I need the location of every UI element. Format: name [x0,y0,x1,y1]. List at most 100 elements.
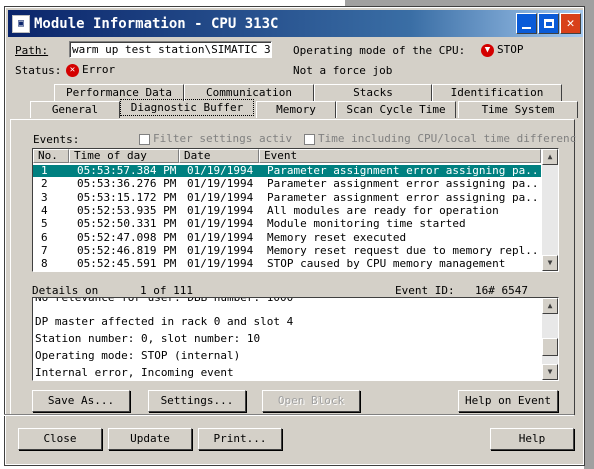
details-scroll-down-icon[interactable]: ▼ [542,364,558,380]
filter-settings-checkbox[interactable]: Filter settings activ [139,132,292,145]
error-icon: ✕ [66,63,79,77]
table-row[interactable]: 4 05:52:53.935 PM 01/19/1994 All modules ar… [33,205,541,217]
details-scroll-up-icon[interactable]: ▲ [542,298,558,314]
cell-event: STOP caused by CPU memory management [267,258,506,271]
close-window-button[interactable]: ✕ [560,13,581,34]
table-row[interactable]: 7 05:52:46.819 PM 01/19/1994 Memory reset r… [33,245,541,257]
opmode-label: Operating mode of the CPU: [293,44,466,57]
filter-settings-label: Filter settings activ [153,132,293,145]
table-row[interactable]: 2 05:53:36.276 PM 01/19/1994 Parameter assi… [33,178,541,190]
minimize-button[interactable] [516,13,537,34]
tab-time-system[interactable]: Time System [458,101,578,118]
save-as-button[interactable]: Save As... [32,390,130,412]
cell-time: 05:52:53.935 PM [77,204,177,217]
tab-stacks[interactable]: Stacks [314,84,432,101]
footer-separator [4,414,574,416]
update-button[interactable]: Update [108,428,192,450]
tab-diagnostic-buffer[interactable]: Diagnostic Buffer [120,99,254,116]
cell-time: 05:52:47.098 PM [77,231,177,244]
details-scroll-thumb[interactable] [542,338,558,356]
cell-time: 05:53:15.172 PM [77,191,177,204]
tab-identification[interactable]: Identification [432,84,562,101]
background-strip [345,0,594,7]
cell-event: Parameter assignment error assigning pa.… [267,191,541,204]
event-details-box[interactable]: No relevance for user: DBB number: 1000 … [32,297,559,381]
time-including-checkbox[interactable]: Time including CPU/local time differenc [304,132,576,145]
scroll-up-icon[interactable]: ▲ [542,149,558,165]
column-header-event[interactable]: Event [259,149,541,163]
details-line-2: Station number: 0, slot number: 10 [35,332,261,345]
scroll-down-icon[interactable]: ▼ [542,255,558,271]
details-label-text: Details on [32,284,99,297]
status-value: Error [82,63,116,76]
cell-date: 01/19/1994 [187,231,254,244]
close-icon: ✕ [566,16,575,31]
cell-event: All modules are ready for operation [267,204,499,217]
table-row[interactable]: 3 05:53:15.172 PM 01/19/1994 Parameter assi… [33,192,541,204]
cell-event: Parameter assignment error assigning pa.… [267,178,541,191]
event-list-scrollbar[interactable]: ▲ ▼ [542,149,558,271]
cell-event: Memory reset executed [267,231,407,244]
cell-event: Parameter assignment error assigning pa.… [267,165,541,177]
cell-date: 01/19/1994 [187,218,254,231]
event-id-label: Event ID: [395,284,455,297]
force-job-text: Not a force job [293,64,393,77]
events-label: Events: [33,133,80,146]
cell-date: 01/19/1994 [187,178,254,191]
title-bar[interactable]: ▣ Module Information - CPU 313C ✕ [8,10,583,37]
print-button[interactable]: Print... [198,428,282,450]
background-strip-right [584,0,594,469]
maximize-icon [543,19,554,28]
cell-date: 01/19/1994 [187,204,254,217]
table-row[interactable]: 5 05:52:50.331 PM 01/19/1994 Module monitor… [33,218,541,230]
status-indicator: ✕ Error [66,63,115,77]
table-row[interactable]: 1 05:53:57.384 PM 01/19/1994 Parameter assi… [33,165,541,177]
table-row[interactable]: 6 05:52:47.098 PM 01/19/1994 Memory reset e… [33,232,541,244]
table-row[interactable]: 8 05:52:45.591 PM 01/19/1994 STOP caused by… [33,258,541,270]
cell-no: 8 [41,258,48,271]
opmode-value: STOP [497,43,524,56]
cell-no: 7 [41,244,48,257]
settings-button[interactable]: Settings... [148,390,246,412]
event-id-value: 16# 6547 [475,284,528,297]
cell-no: 6 [41,231,48,244]
path-field[interactable]: warm up test station\SIMATIC 300 [69,41,272,58]
column-header-no[interactable]: No. [33,149,69,163]
cell-time: 05:52:46.819 PM [77,244,177,257]
open-block-button[interactable]: Open Block [262,390,360,412]
status-label: Status: [15,64,62,77]
column-header-date[interactable]: Date [179,149,259,163]
cell-no: 4 [41,204,48,217]
cell-time: 05:53:36.276 PM [77,178,177,191]
stop-icon: ▼ [481,43,494,57]
monitor-icon: ▣ [12,14,30,33]
event-list[interactable]: No. Time of day Date Event 1 05:53:57.384… [32,148,559,272]
minimize-icon [522,26,531,29]
cell-no: 2 [41,178,48,191]
cell-no: 5 [41,218,48,231]
details-line-4: Internal error, Incoming event [35,366,234,379]
time-checkbox-box[interactable] [304,133,315,145]
close-button[interactable]: Close [18,428,102,450]
details-line-0: No relevance for user: DBB number: 1000 [35,297,294,304]
details-scrollbar[interactable]: ▲ ▼ [542,298,558,380]
opmode-status: ▼ STOP [481,43,524,57]
cell-date: 01/19/1994 [187,244,254,257]
path-label: Path: [15,44,49,57]
cell-date: 01/19/1994 [187,191,254,204]
column-header-time[interactable]: Time of day [69,149,179,163]
tab-general[interactable]: General [30,101,120,118]
maximize-button[interactable] [538,13,559,34]
cell-time: 05:52:50.331 PM [77,218,177,231]
help-on-event-button[interactable]: Help on Event [458,390,558,412]
cell-time: 05:52:45.591 PM [77,258,177,271]
tab-memory[interactable]: Memory [256,101,336,118]
window-title: Module Information - CPU 313C [34,15,279,32]
details-line-1: DP master affected in rack 0 and slot 4 [35,315,294,328]
cell-no: 1 [41,165,48,177]
event-list-header: No. Time of day Date Event [33,149,541,163]
tab-scan-cycle-time[interactable]: Scan Cycle Time [336,101,456,118]
filter-checkbox-box[interactable] [139,133,150,145]
details-label: Details on [32,284,98,297]
help-button[interactable]: Help [490,428,574,450]
